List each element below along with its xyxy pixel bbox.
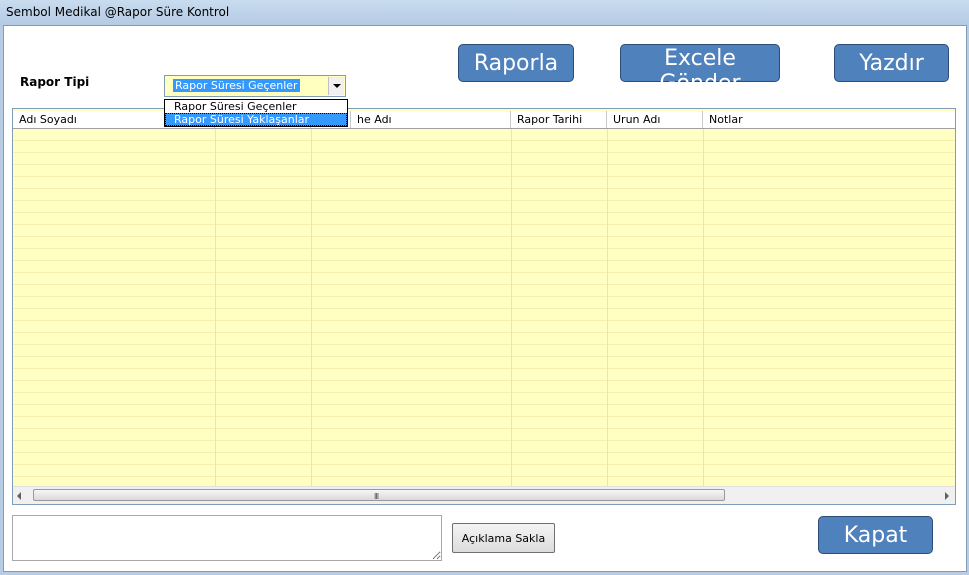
grid-divider: [703, 129, 704, 487]
report-grid[interactable]: Adı Soyadı he Adı Rapor Tarihi Urun Adı …: [12, 108, 956, 505]
scrollbar-thumb[interactable]: III: [33, 489, 725, 501]
grid-body[interactable]: [13, 129, 955, 487]
scroll-right-icon[interactable]: [945, 492, 949, 500]
grid-divider: [311, 129, 312, 487]
window-title: Sembol Medikal @Rapor Süre Kontrol: [6, 5, 230, 19]
column-header-report-date[interactable]: Rapor Tarihi: [511, 111, 607, 128]
grid-divider: [607, 129, 608, 487]
scrollbar-grip: III: [374, 492, 379, 501]
column-header-product[interactable]: Urun Adı: [607, 111, 703, 128]
horizontal-scrollbar[interactable]: III: [13, 486, 955, 504]
grid-divider: [511, 129, 512, 487]
dropdown-option-approaching[interactable]: Rapor Süresi Yaklaşanlar: [165, 113, 347, 126]
excel-export-button[interactable]: Excele Gönder: [620, 44, 780, 96]
report-type-value: Rapor Süresi Geçenler: [173, 79, 300, 92]
grid-header: Adı Soyadı he Adı Rapor Tarihi Urun Adı …: [13, 111, 955, 129]
grid-divider: [215, 129, 216, 487]
title-bar: Sembol Medikal @Rapor Süre Kontrol: [0, 0, 969, 25]
note-textarea[interactable]: [12, 515, 442, 561]
report-type-combo[interactable]: Rapor Süresi Geçenler: [164, 75, 346, 97]
close-button[interactable]: Kapat: [818, 516, 933, 554]
column-header-notes[interactable]: Notlar: [703, 111, 955, 128]
report-type-label: Rapor Tipi: [20, 75, 90, 89]
print-button[interactable]: Yazdır: [834, 44, 949, 82]
save-note-button[interactable]: Açıklama Sakla: [452, 523, 555, 553]
dropdown-option-expired[interactable]: Rapor Süresi Geçenler: [165, 100, 347, 113]
raporla-button[interactable]: Raporla: [458, 44, 574, 82]
column-header-institution[interactable]: he Adı: [351, 111, 511, 128]
chevron-down-icon[interactable]: [328, 77, 344, 95]
report-type-dropdown[interactable]: Rapor Süresi Geçenler Rapor Süresi Yakla…: [164, 99, 348, 127]
scroll-left-icon[interactable]: [17, 492, 21, 500]
